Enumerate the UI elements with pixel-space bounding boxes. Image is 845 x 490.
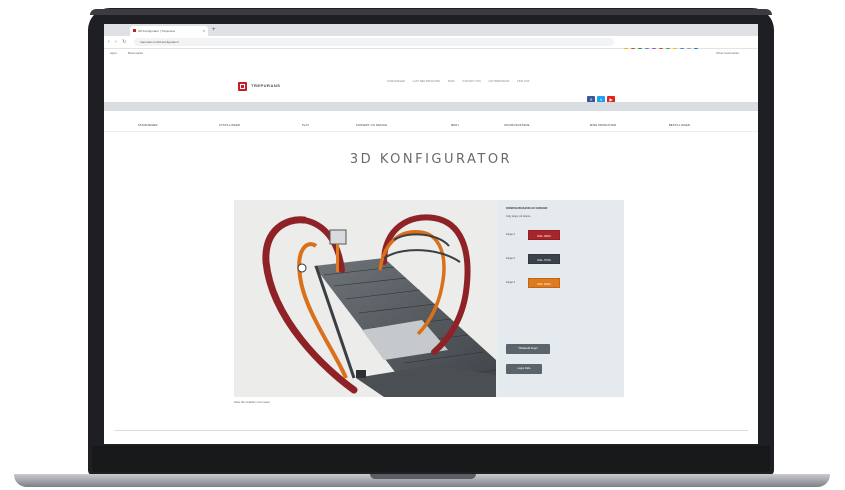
top-link[interactable]: FORHANDLER (387, 80, 405, 83)
3d-viewport[interactable] (234, 200, 497, 397)
laptop-base-notch (370, 474, 476, 479)
nav-item[interactable]: BESTILLINGER (669, 124, 690, 127)
bookmark-item[interactable]: Bookmarks (128, 49, 143, 58)
top-link[interactable]: OM TREPURANS (489, 80, 510, 83)
nav-item[interactable]: STANDARDER (138, 124, 158, 127)
play-bridge-model (262, 214, 497, 397)
viewport-caption: Roter 3D-modellen med musen (234, 401, 271, 404)
color-panel: KONFIGURASJON AV FARGER Velg farger på d… (502, 200, 624, 397)
sign-board (329, 229, 347, 245)
laptop-frame: 3D Konfigurator | Trepurans × + ‹ › ↻ tr… (0, 0, 845, 490)
panel-subtitle: Velg farger på delene (506, 215, 531, 218)
laptop-lid-highlight (90, 9, 772, 15)
color-swatch-button[interactable]: RAL 2004 (528, 278, 560, 288)
new-tab-button[interactable]: + (212, 26, 216, 34)
nav-item[interactable]: OM PRODUKTENE (504, 124, 530, 127)
bookmark-apps[interactable]: Apps (110, 49, 117, 58)
navigation-icons[interactable]: ‹ › ↻ (108, 38, 128, 46)
header-divider-bar (104, 102, 758, 111)
page-title: 3D KONFIGURATOR (349, 152, 513, 167)
top-link[interactable]: KURV (448, 80, 455, 83)
color-label: Farge 1 (506, 233, 515, 236)
arch-rod (393, 233, 450, 247)
footer-divider (114, 430, 748, 431)
color-swatch-button[interactable]: RAL 3003 (528, 230, 560, 240)
address-bar[interactable]: trepurans.no/3d-konfigurator/ (134, 38, 614, 46)
extension-icons[interactable] (624, 39, 701, 52)
save-image-button[interactable]: Lagre bilde (506, 364, 542, 374)
tab-title: 3D Konfigurator | Trepurans (138, 29, 175, 33)
arch-rod (383, 249, 461, 263)
color-row: Farge 1 RAL 3003 (506, 230, 566, 240)
color-row: Farge 3 RAL 2004 (506, 278, 566, 288)
nav-item[interactable]: UTSTILLINGER (219, 124, 240, 127)
color-label: Farge 2 (506, 257, 515, 260)
nav-item[interactable]: MINE PRODUKTER (590, 124, 616, 127)
browser-tab-bar: 3D Konfigurator | Trepurans × + (104, 24, 758, 41)
color-label: Farge 3 (506, 281, 515, 284)
favicon-icon (133, 29, 136, 32)
logo-mark-icon (238, 82, 247, 91)
tab-close-icon[interactable]: × (203, 26, 205, 36)
browser-toolbar: ‹ › ↻ trepurans.no/3d-konfigurator/ (104, 36, 758, 52)
bookmarks-bar: Apps Bookmarks Other bookmarks (104, 49, 758, 58)
top-links: FORHANDLER LAST NED BROSJYRE KURV KONTAK… (387, 80, 627, 86)
top-link[interactable]: FINN OSS (517, 80, 529, 83)
laptop-screen: 3D Konfigurator | Trepurans × + ‹ › ↻ tr… (104, 24, 758, 444)
reset-colors-button[interactable]: Tilbakestill farger (506, 344, 550, 354)
deck-support (356, 370, 366, 378)
sign-post (336, 244, 339, 272)
configurator: KONFIGURASJON AV FARGER Velg farger på d… (234, 200, 624, 397)
browser-tab[interactable]: 3D Konfigurator | Trepurans × (130, 26, 208, 36)
color-swatch-button[interactable]: RAL 7016 (528, 254, 560, 264)
top-link[interactable]: LAST NED BROSJYRE (413, 80, 440, 83)
other-bookmarks[interactable]: Other bookmarks (716, 49, 739, 58)
nav-item[interactable]: KONSEPT OG DESIGN (356, 124, 387, 127)
laptop-bezel-bottom (92, 446, 770, 472)
main-navigation: STANDARDER UTSTILLINGER PLAY KONSEPT OG … (104, 121, 758, 132)
color-row: Farge 2 RAL 7016 (506, 254, 566, 264)
logo-text: TREPURANS (251, 83, 281, 88)
steering-wheel (297, 263, 307, 273)
window-controls[interactable] (108, 28, 124, 41)
nav-item[interactable]: PLAY (302, 124, 309, 127)
top-link[interactable]: KONTAKT OSS (463, 80, 481, 83)
nav-item[interactable]: MENY (451, 124, 459, 127)
panel-title: KONFIGURASJON AV FARGER (506, 206, 548, 210)
